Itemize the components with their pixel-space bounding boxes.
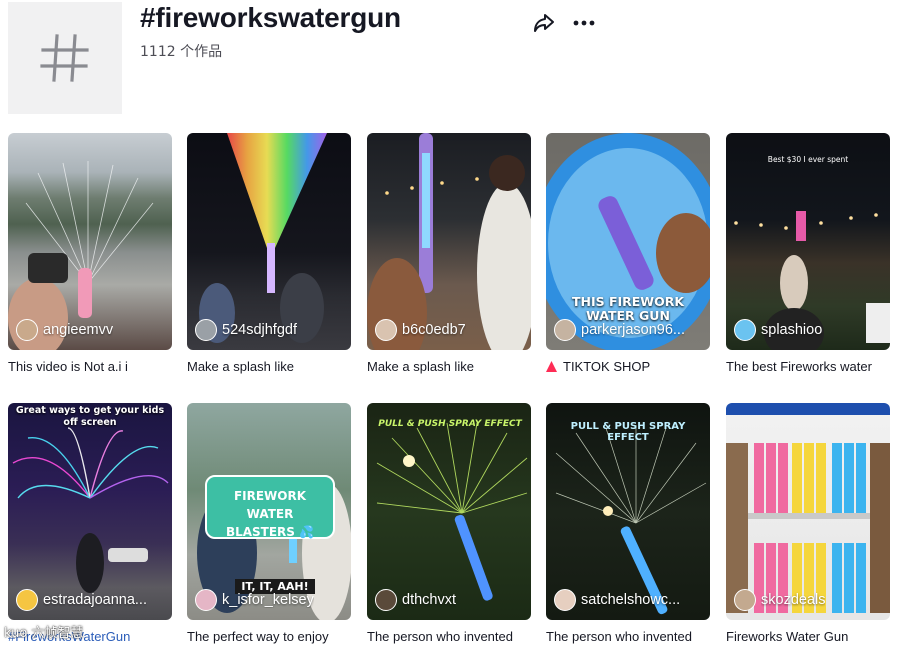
more-dots-icon [573, 20, 595, 26]
video-thumbnail[interactable]: PULL & PUSH SPRAY EFFECT satchelshowc... [546, 403, 710, 620]
video-thumbnail[interactable]: b6c0edb7 [367, 133, 531, 350]
author-tag[interactable]: skozdeals [734, 589, 825, 611]
night-party-scene [367, 133, 531, 350]
video-thumbnail[interactable]: 524sdjhfgdf [187, 133, 351, 350]
author-name: estradajoanna... [43, 592, 147, 608]
author-name: splashioo [761, 322, 823, 338]
video-thumbnail[interactable]: skozdeals [726, 403, 890, 620]
video-thumbnail[interactable]: FIREWORK WATER BLASTERS 💦 IT, IT, AAH! k… [187, 403, 351, 620]
video-card[interactable]: PULL & PUSH SPRAY EFFECT dthchvxt The pe… [367, 403, 531, 644]
author-tag[interactable]: k_isfor_kelsey [195, 589, 314, 611]
caption-text: Make a splash like [367, 359, 474, 374]
avatar [734, 589, 756, 611]
avatar [195, 319, 217, 341]
video-card[interactable]: skozdeals Fireworks Water Gun [726, 403, 890, 644]
author-tag[interactable]: 524sdjhfgdf [195, 319, 297, 341]
more-options-button[interactable] [570, 9, 598, 37]
avatar [16, 319, 38, 341]
watermark: kuo 六帧智慧 [4, 626, 84, 641]
author-name: k_isfor_kelsey [222, 592, 314, 608]
caption-text: Fireworks Water Gun [726, 629, 849, 644]
tag-avatar [8, 2, 122, 114]
avatar [734, 319, 756, 341]
author-tag[interactable]: b6c0edb7 [375, 319, 466, 341]
video-card[interactable]: Best $30 I ever spent splashioo The best… [726, 133, 890, 374]
caption-text: The perfect way to enjoy [187, 629, 329, 644]
video-caption[interactable]: The person who invented [367, 629, 531, 644]
page-title: #fireworkswatergun [140, 2, 401, 33]
author-tag[interactable]: estradajoanna... [16, 589, 147, 611]
author-name: dthchvxt [402, 592, 456, 608]
sprinkler-spray [8, 161, 154, 350]
caption-text: Make a splash like [187, 359, 294, 374]
author-tag[interactable]: dthchvxt [375, 589, 456, 611]
author-name: skozdeals [761, 592, 826, 608]
video-overlay-text: Great ways to get your kids off screen [15, 405, 165, 428]
video-overlay-text: Best $30 I ever spent [767, 155, 849, 164]
video-thumbnail[interactable]: angieemvv [8, 133, 172, 350]
video-caption[interactable]: Fireworks Water Gun [726, 629, 890, 644]
caption-text: The best Fireworks water [726, 359, 872, 374]
video-thumbnail[interactable]: Great ways to get your kids off screen e… [8, 403, 172, 620]
avatar [195, 589, 217, 611]
video-caption[interactable]: Make a splash like [187, 359, 351, 374]
video-caption[interactable]: TIKTOK SHOP [546, 359, 710, 374]
video-caption[interactable]: The person who invented [546, 629, 710, 644]
author-tag[interactable]: parkerjason96... [554, 319, 685, 341]
spray-fan [376, 422, 528, 601]
video-card[interactable]: b6c0edb7 Make a splash like [367, 133, 531, 374]
author-tag[interactable]: splashioo [734, 319, 822, 341]
video-overlay-text: FIREWORK WATER BLASTERS 💦 [225, 489, 315, 539]
video-card[interactable]: THIS FIREWORK WATER GUN parkerjason96...… [546, 133, 710, 374]
backyard-scene [734, 211, 890, 350]
video-overlay-text: PULL & PUSH SPRAY EFFECT [378, 419, 522, 429]
video-thumbnail[interactable]: THIS FIREWORK WATER GUN parkerjason96... [546, 133, 710, 350]
hashtag-icon [40, 34, 89, 82]
video-overlay-text: PULL & PUSH SPRAY EFFECT [570, 421, 686, 443]
video-thumbnail[interactable]: PULL & PUSH SPRAY EFFECT dthchvxt [367, 403, 531, 620]
share-button[interactable] [530, 9, 558, 37]
author-tag[interactable]: satchelshowc... [554, 589, 680, 611]
rainbow-spray [199, 133, 327, 343]
video-caption[interactable]: The perfect way to enjoy [187, 629, 351, 644]
video-count: 1112 个作品 [140, 44, 223, 60]
neon-spray [12, 427, 169, 593]
author-name: satchelshowc... [581, 592, 681, 608]
video-card[interactable]: Great ways to get your kids off screen e… [8, 403, 172, 644]
tag-header: #fireworkswatergun 1112 个作品 [0, 0, 900, 120]
author-name: b6c0edb7 [402, 322, 466, 338]
author-name: parkerjason96... [581, 322, 685, 338]
video-caption[interactable]: This video is Not a.i i [8, 359, 172, 374]
video-card[interactable]: angieemvv This video is Not a.i i [8, 133, 172, 374]
avatar [554, 589, 576, 611]
caption-text: This video is Not a.i i [8, 359, 128, 374]
avatar [375, 319, 397, 341]
video-card[interactable]: 524sdjhfgdf Make a splash like [187, 133, 351, 374]
shop-icon [546, 361, 557, 372]
author-name: 524sdjhfgdf [222, 322, 297, 338]
share-arrow-icon [534, 14, 554, 32]
store-shelf [726, 403, 890, 613]
video-caption[interactable]: Make a splash like [367, 359, 531, 374]
video-thumbnail[interactable]: Best $30 I ever spent splashioo [726, 133, 890, 350]
author-name: angieemvv [43, 322, 114, 338]
video-card[interactable]: PULL & PUSH SPRAY EFFECT satchelshowc...… [546, 403, 710, 644]
avatar [554, 319, 576, 341]
author-tag[interactable]: angieemvv [16, 319, 113, 341]
video-caption[interactable]: The best Fireworks water [726, 359, 890, 374]
avatar [375, 589, 397, 611]
caption-text: TIKTOK SHOP [563, 359, 651, 374]
avatar [16, 589, 38, 611]
video-card[interactable]: FIREWORK WATER BLASTERS 💦 IT, IT, AAH! k… [187, 403, 351, 644]
caption-text: The person who invented [546, 629, 692, 644]
caption-text: The person who invented [367, 629, 513, 644]
